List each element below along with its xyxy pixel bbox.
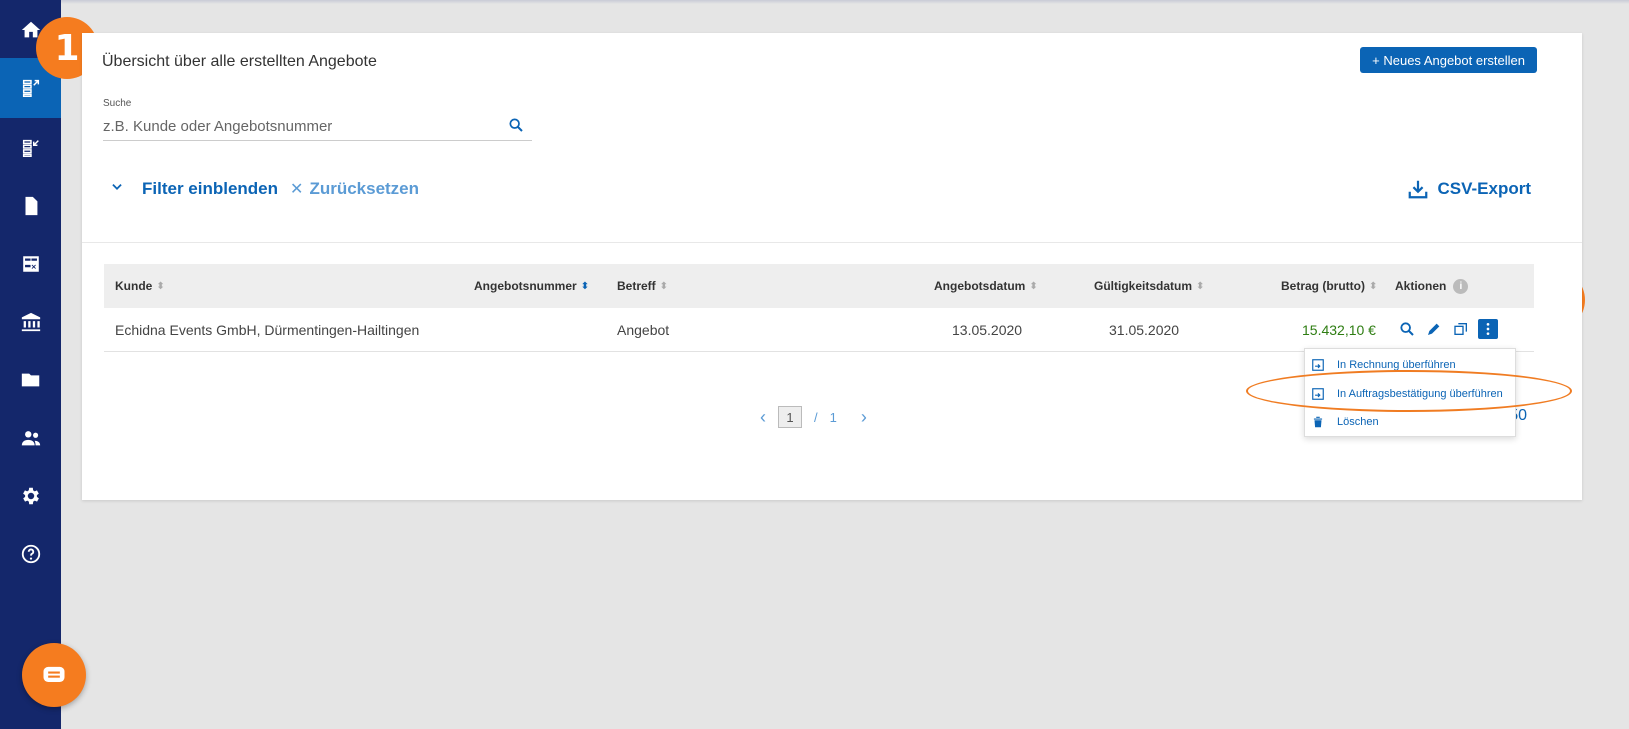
- chat-button[interactable]: [22, 643, 86, 707]
- sort-icon: ⬍: [1196, 280, 1205, 292]
- cell-betrag: 15.432,10 €: [1302, 322, 1376, 338]
- convert-icon: [1312, 359, 1324, 371]
- table-header: Kunde ⬍ Angebotsnummer ⬍ Betreff ⬍ Angebots…: [104, 264, 1534, 308]
- cell-kunde: Echidna Events GmbH, Dürmentingen-Hailti…: [115, 322, 420, 338]
- copy-icon: [1454, 323, 1467, 335]
- bank-icon: [21, 312, 40, 332]
- table-row[interactable]: Echidna Events GmbH, Dürmentingen-Hailti…: [104, 308, 1534, 352]
- header-label: Kunde: [115, 279, 153, 293]
- sidebar-item-settings[interactable]: [0, 466, 61, 526]
- sidebar-item-help[interactable]: [0, 524, 61, 584]
- sidebar-item-documents[interactable]: [0, 176, 61, 236]
- annotation-highlight-ellipse: [1246, 370, 1572, 412]
- info-icon[interactable]: i: [1453, 278, 1469, 294]
- header-label: Betrag (brutto): [1281, 279, 1365, 293]
- users-icon: [21, 431, 40, 446]
- header-label: Betreff: [617, 279, 656, 293]
- view-button[interactable]: [1397, 319, 1417, 339]
- download-icon: [1409, 180, 1428, 199]
- sidebar-item-calculator[interactable]: [0, 234, 61, 294]
- sort-icon: ⬍: [659, 280, 669, 292]
- cell-gueltigkeitsdatum: 31.05.2020: [1109, 322, 1180, 338]
- next-page-icon[interactable]: ›: [861, 407, 867, 428]
- column-header-angebotsnummer[interactable]: Angebotsnummer ⬍: [474, 264, 589, 308]
- header-label: Angebotsnummer: [474, 279, 577, 293]
- document-icon: [25, 196, 37, 216]
- sidebar-item-incoming[interactable]: [0, 118, 61, 178]
- more-vertical-icon: [1486, 323, 1490, 335]
- search-icon: [1400, 322, 1414, 336]
- column-header-kunde[interactable]: Kunde ⬍: [115, 264, 165, 308]
- folder-icon: [21, 373, 39, 387]
- duplicate-button[interactable]: [1451, 319, 1471, 339]
- search-field: [103, 113, 532, 141]
- sort-icon: ⬍: [1029, 280, 1038, 292]
- menu-item-delete[interactable]: Löschen: [1311, 411, 1379, 433]
- reset-button[interactable]: ✕ Zurücksetzen: [290, 179, 419, 199]
- trash-icon: [1313, 416, 1323, 428]
- csv-export-label: CSV-Export: [1437, 179, 1531, 198]
- cell-angebotsdatum: 13.05.2020: [952, 322, 1023, 338]
- column-header-betreff[interactable]: Betreff ⬍: [617, 264, 668, 308]
- incoming-icon: [22, 139, 39, 157]
- header-label: Angebotsdatum: [934, 279, 1026, 293]
- search-icon[interactable]: [508, 117, 524, 138]
- sidebar-item-users[interactable]: [0, 408, 61, 468]
- edit-button[interactable]: [1424, 319, 1444, 339]
- page-total: 1: [829, 409, 837, 425]
- sort-icon: ⬍: [580, 280, 590, 292]
- column-header-gueltigkeitsdatum[interactable]: Gültigkeitsdatum ⬍: [1094, 264, 1204, 308]
- page-title: Übersicht über alle erstellten Angebote: [102, 53, 377, 70]
- offers-icon: [22, 79, 39, 97]
- sidebar-item-folder[interactable]: [0, 350, 61, 410]
- column-header-angebotsdatum[interactable]: Angebotsdatum ⬍: [934, 264, 1038, 308]
- cell-betreff: Angebot: [617, 322, 670, 338]
- page-separator: /: [814, 409, 818, 425]
- search-label: Suche: [103, 98, 132, 109]
- divider: [82, 242, 1582, 243]
- pencil-icon: [1428, 323, 1440, 335]
- chevron-down-icon[interactable]: [110, 179, 124, 199]
- csv-export-button[interactable]: CSV-Export: [1407, 178, 1531, 200]
- filter-row: Filter einblenden ✕ Zurücksetzen: [110, 179, 419, 199]
- more-actions-button[interactable]: [1478, 319, 1498, 339]
- sort-icon: ⬍: [156, 280, 165, 292]
- search-input[interactable]: [103, 113, 493, 139]
- new-offer-button[interactable]: + Neues Angebot erstellen: [1360, 47, 1537, 73]
- gear-icon: [22, 487, 39, 505]
- filter-toggle-button[interactable]: Filter einblenden: [142, 179, 278, 199]
- column-header-aktionen: Aktionen i: [1395, 264, 1469, 308]
- sidebar: [0, 0, 61, 729]
- reset-label: Zurücksetzen: [309, 179, 420, 198]
- menu-item-label: Löschen: [1337, 416, 1379, 428]
- previous-page-icon[interactable]: ‹: [760, 407, 766, 428]
- help-icon: [21, 544, 40, 564]
- pagination: ‹ 1 / 1 ›: [760, 406, 867, 428]
- top-shadow: [61, 0, 1629, 4]
- header-label: Aktionen: [1395, 279, 1447, 293]
- header-label: Gültigkeitsdatum: [1094, 279, 1193, 293]
- page-number-input[interactable]: 1: [778, 406, 802, 428]
- sort-icon: ⬍: [1369, 280, 1378, 292]
- close-icon: ✕: [290, 181, 304, 198]
- sidebar-item-bank[interactable]: [0, 292, 61, 352]
- chat-icon: [43, 666, 65, 682]
- calculator-icon: [21, 255, 40, 273]
- column-header-betrag[interactable]: Betrag (brutto) ⬍: [1281, 264, 1377, 308]
